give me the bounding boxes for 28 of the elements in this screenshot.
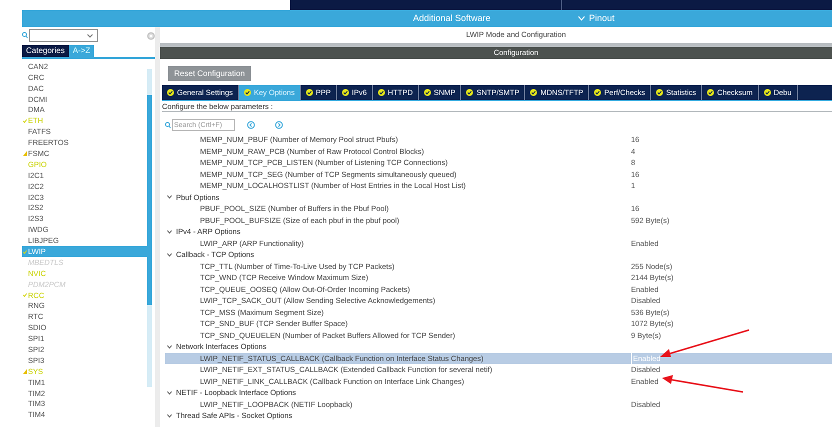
scrollbar[interactable] [147, 69, 152, 387]
check-icon [306, 89, 313, 96]
caret-icon [87, 34, 93, 38]
chevron-down-icon[interactable] [167, 252, 172, 257]
check-icon [424, 89, 431, 96]
chevron-down-icon[interactable] [167, 390, 172, 395]
chevron-down-icon [578, 16, 585, 21]
chevron-down-icon[interactable] [167, 230, 172, 234]
check-icon [167, 89, 174, 96]
search-icon [22, 32, 28, 39]
check-icon [244, 89, 251, 96]
scrollbar-thumb[interactable] [147, 95, 152, 305]
chevron-down-icon[interactable] [167, 195, 172, 200]
check-icon [378, 89, 385, 96]
check-icon [530, 89, 538, 96]
chevron-down-icon[interactable] [167, 414, 172, 418]
check-icon [656, 89, 664, 96]
check-icon [707, 89, 714, 96]
check-icon [342, 89, 349, 96]
chevron-down-icon[interactable] [167, 344, 172, 349]
search-icon [165, 122, 171, 128]
sidebar-tab[interactable]: Categories [22, 45, 69, 57]
next-icon[interactable] [275, 121, 283, 129]
previous-icon[interactable] [247, 121, 255, 129]
check-icon [594, 89, 602, 96]
check-icon [764, 89, 771, 96]
check-icon [466, 89, 474, 96]
search-combobox[interactable] [29, 29, 98, 42]
